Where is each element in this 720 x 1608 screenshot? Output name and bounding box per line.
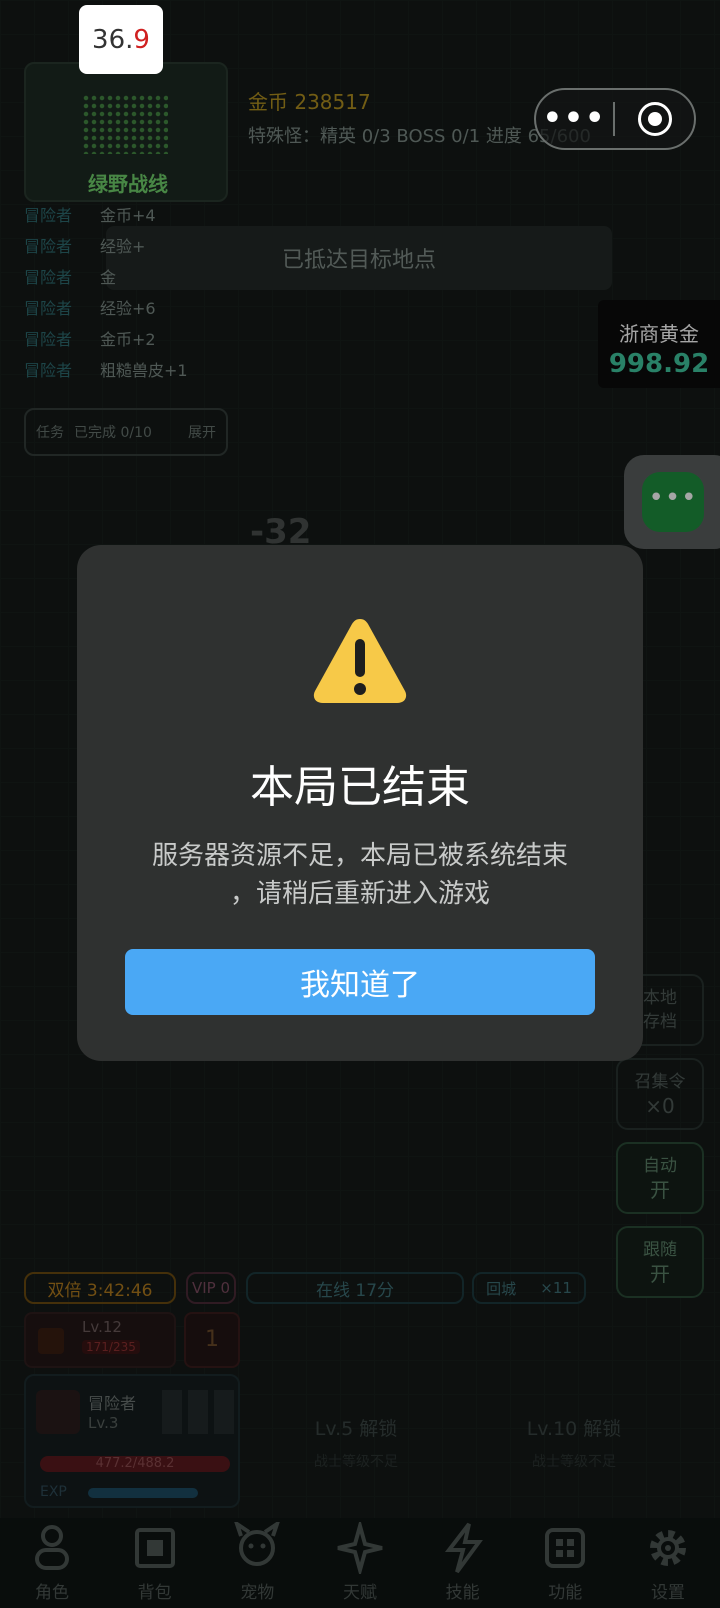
- miniprogram-capsule: •••: [534, 88, 696, 150]
- game-over-dialog: 本局已结束 服务器资源不足，本局已被系统结束 ，请稍后重新进入游戏 我知道了: [77, 545, 643, 1061]
- more-menu-button[interactable]: •••: [536, 104, 613, 134]
- confirm-button[interactable]: 我知道了: [125, 949, 595, 1015]
- close-miniprogram-button[interactable]: [615, 102, 694, 136]
- warning-icon: [311, 613, 409, 711]
- fps-badge: 36. 9: [79, 5, 163, 74]
- game-screen: 绿野战线 金币 238517 特殊怪：精英 0/3 BOSS 0/1 进度 65…: [0, 0, 720, 1608]
- dialog-message: 服务器资源不足，本局已被系统结束 ，请稍后重新进入游戏: [151, 841, 568, 909]
- dialog-title: 本局已结束: [250, 762, 470, 813]
- target-icon: [637, 102, 672, 136]
